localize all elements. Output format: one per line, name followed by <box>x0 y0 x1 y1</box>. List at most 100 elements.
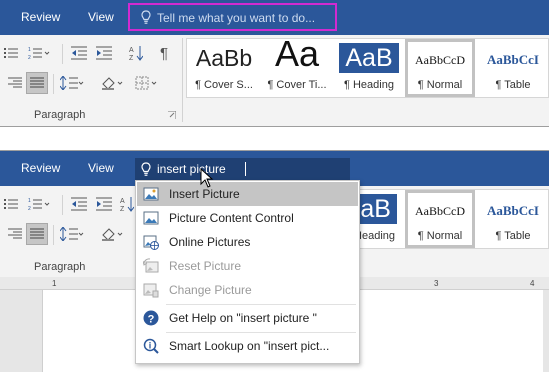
menu-item-label: Online Pictures <box>169 235 251 249</box>
style-label: ¶ Normal <box>417 230 463 242</box>
tell-me-box[interactable]: Tell me what you want to do... <box>157 11 315 25</box>
dialog-launcher-icon[interactable] <box>167 110 177 120</box>
styles-gallery: AaBb ¶ Cover S... Aa ¶ Cover Ti... AaB ¶… <box>186 38 549 98</box>
style-sample: AaBbCcD <box>415 204 465 218</box>
menu-item-label: Insert Picture <box>169 187 240 201</box>
ribbon-body: 12 AZ ¶ Paragraph AaBb ¶ Cover S... Aa ¶… <box>0 35 549 125</box>
numbering-icon[interactable]: 12 <box>27 195 51 213</box>
sort-icon[interactable]: AZ <box>120 195 134 213</box>
show-formatting-marks-icon[interactable]: ¶ <box>157 44 171 62</box>
style-sample: AaBbCcD <box>415 53 465 67</box>
divider <box>62 195 63 215</box>
shading-icon[interactable] <box>100 225 126 243</box>
svg-text:2: 2 <box>28 55 31 60</box>
style-table[interactable]: AaBbCcI ¶ Table <box>478 190 548 248</box>
style-label: ¶ Table <box>495 79 531 91</box>
style-label: ¶ Cover Ti... <box>267 79 327 91</box>
lightbulb-icon <box>141 162 151 177</box>
help-icon: ? <box>143 310 159 326</box>
style-sample: AaBbCcI <box>486 52 539 67</box>
ruler-mark: 1 <box>52 279 57 288</box>
menu-item-label: Smart Lookup on "insert pict... <box>169 339 330 353</box>
numbering-icon[interactable]: 12 <box>27 44 51 62</box>
increase-indent-icon[interactable] <box>94 44 114 62</box>
menu-separator <box>166 332 356 333</box>
tab-review[interactable]: Review <box>21 161 60 175</box>
shading-icon[interactable] <box>100 74 126 92</box>
line-spacing-icon[interactable] <box>58 74 86 92</box>
tab-review[interactable]: Review <box>21 10 60 24</box>
lightbulb-icon <box>141 10 151 25</box>
styles-gallery: aB Heading AaBbCcD ¶ Normal AaBbCcI ¶ Ta… <box>330 189 549 249</box>
style-label: ¶ Table <box>495 230 531 242</box>
tell-me-box[interactable]: insert picture <box>135 158 350 182</box>
justify-icon[interactable] <box>26 72 48 94</box>
online-pictures-icon <box>143 234 159 250</box>
svg-text:A: A <box>120 198 125 205</box>
group-label-paragraph: Paragraph <box>34 109 86 121</box>
menu-item-label: Reset Picture <box>169 259 242 273</box>
menu-item-online-pictures[interactable]: Online Pictures <box>137 230 358 254</box>
divider <box>62 44 63 64</box>
style-label: ¶ Normal <box>417 79 463 91</box>
svg-text:i: i <box>149 341 152 351</box>
smart-lookup-icon: i <box>143 338 159 354</box>
menu-item-reset-picture[interactable]: Reset Picture <box>137 254 358 278</box>
menu-item-label: Change Picture <box>169 283 252 297</box>
decrease-indent-icon[interactable] <box>69 195 89 213</box>
insert-picture-icon <box>143 186 159 202</box>
style-table[interactable]: AaBbCcI ¶ Table <box>478 39 548 97</box>
svg-text:Z: Z <box>129 55 134 61</box>
ruler-mark: 3 <box>434 279 439 288</box>
bullets-icon[interactable] <box>2 44 20 62</box>
style-cover-title[interactable]: Aa ¶ Cover Ti... <box>261 39 333 97</box>
divider <box>53 225 54 245</box>
tab-view[interactable]: View <box>88 161 114 175</box>
line-spacing-icon[interactable] <box>58 225 86 243</box>
ribbon-tab-bar: Review View Tell me what you want to do.… <box>0 0 549 35</box>
picture-content-control-icon <box>143 210 159 226</box>
tell-me-results-menu: Insert Picture Picture Content Control O… <box>135 180 360 364</box>
ruler-mark: 4 <box>530 279 535 288</box>
mouse-pointer-icon <box>200 168 214 188</box>
svg-text:Z: Z <box>120 206 125 212</box>
style-sample: Aa <box>274 39 320 74</box>
menu-item-change-picture[interactable]: Change Picture <box>137 278 358 302</box>
svg-text:1: 1 <box>28 47 31 53</box>
style-sample: AaBb <box>195 45 253 71</box>
borders-icon[interactable] <box>134 74 160 92</box>
text-cursor <box>245 162 246 176</box>
group-label-paragraph: Paragraph <box>34 261 86 273</box>
justify-icon[interactable] <box>26 223 48 245</box>
menu-item-label: Get Help on "insert picture " <box>169 311 317 325</box>
increase-indent-icon[interactable] <box>94 195 114 213</box>
group-divider <box>182 38 183 122</box>
align-right-icon[interactable] <box>6 225 24 243</box>
bullets-icon[interactable] <box>2 195 20 213</box>
svg-text:2: 2 <box>28 206 31 211</box>
menu-item-smart-lookup[interactable]: i Smart Lookup on "insert pict... <box>137 334 358 358</box>
style-normal[interactable]: AaBbCcD ¶ Normal <box>405 190 475 248</box>
style-sample: AaB <box>339 43 399 73</box>
svg-text:?: ? <box>148 314 155 326</box>
divider <box>53 74 54 94</box>
menu-item-insert-picture[interactable]: Insert Picture <box>137 182 358 206</box>
decrease-indent-icon[interactable] <box>69 44 89 62</box>
style-label: ¶ Cover S... <box>195 79 253 91</box>
style-label: ¶ Heading <box>344 79 394 91</box>
menu-item-picture-content-control[interactable]: Picture Content Control <box>137 206 358 230</box>
style-cover-subtitle[interactable]: AaBb ¶ Cover S... <box>189 39 259 97</box>
menu-separator <box>166 304 356 305</box>
style-sample: AaBbCcI <box>486 203 539 218</box>
search-input[interactable]: insert picture <box>157 162 226 176</box>
change-picture-icon <box>143 282 159 298</box>
tab-view[interactable]: View <box>88 10 114 24</box>
reset-picture-icon <box>143 258 159 274</box>
ribbon-before-search: Review View Tell me what you want to do.… <box>0 0 549 127</box>
align-right-icon[interactable] <box>6 74 24 92</box>
sort-icon[interactable]: AZ <box>128 44 144 62</box>
style-normal[interactable]: AaBbCcD ¶ Normal <box>405 39 475 97</box>
svg-text:A: A <box>129 47 134 54</box>
style-heading[interactable]: AaB ¶ Heading <box>335 39 403 97</box>
menu-item-get-help[interactable]: ? Get Help on "insert picture " <box>137 306 358 330</box>
